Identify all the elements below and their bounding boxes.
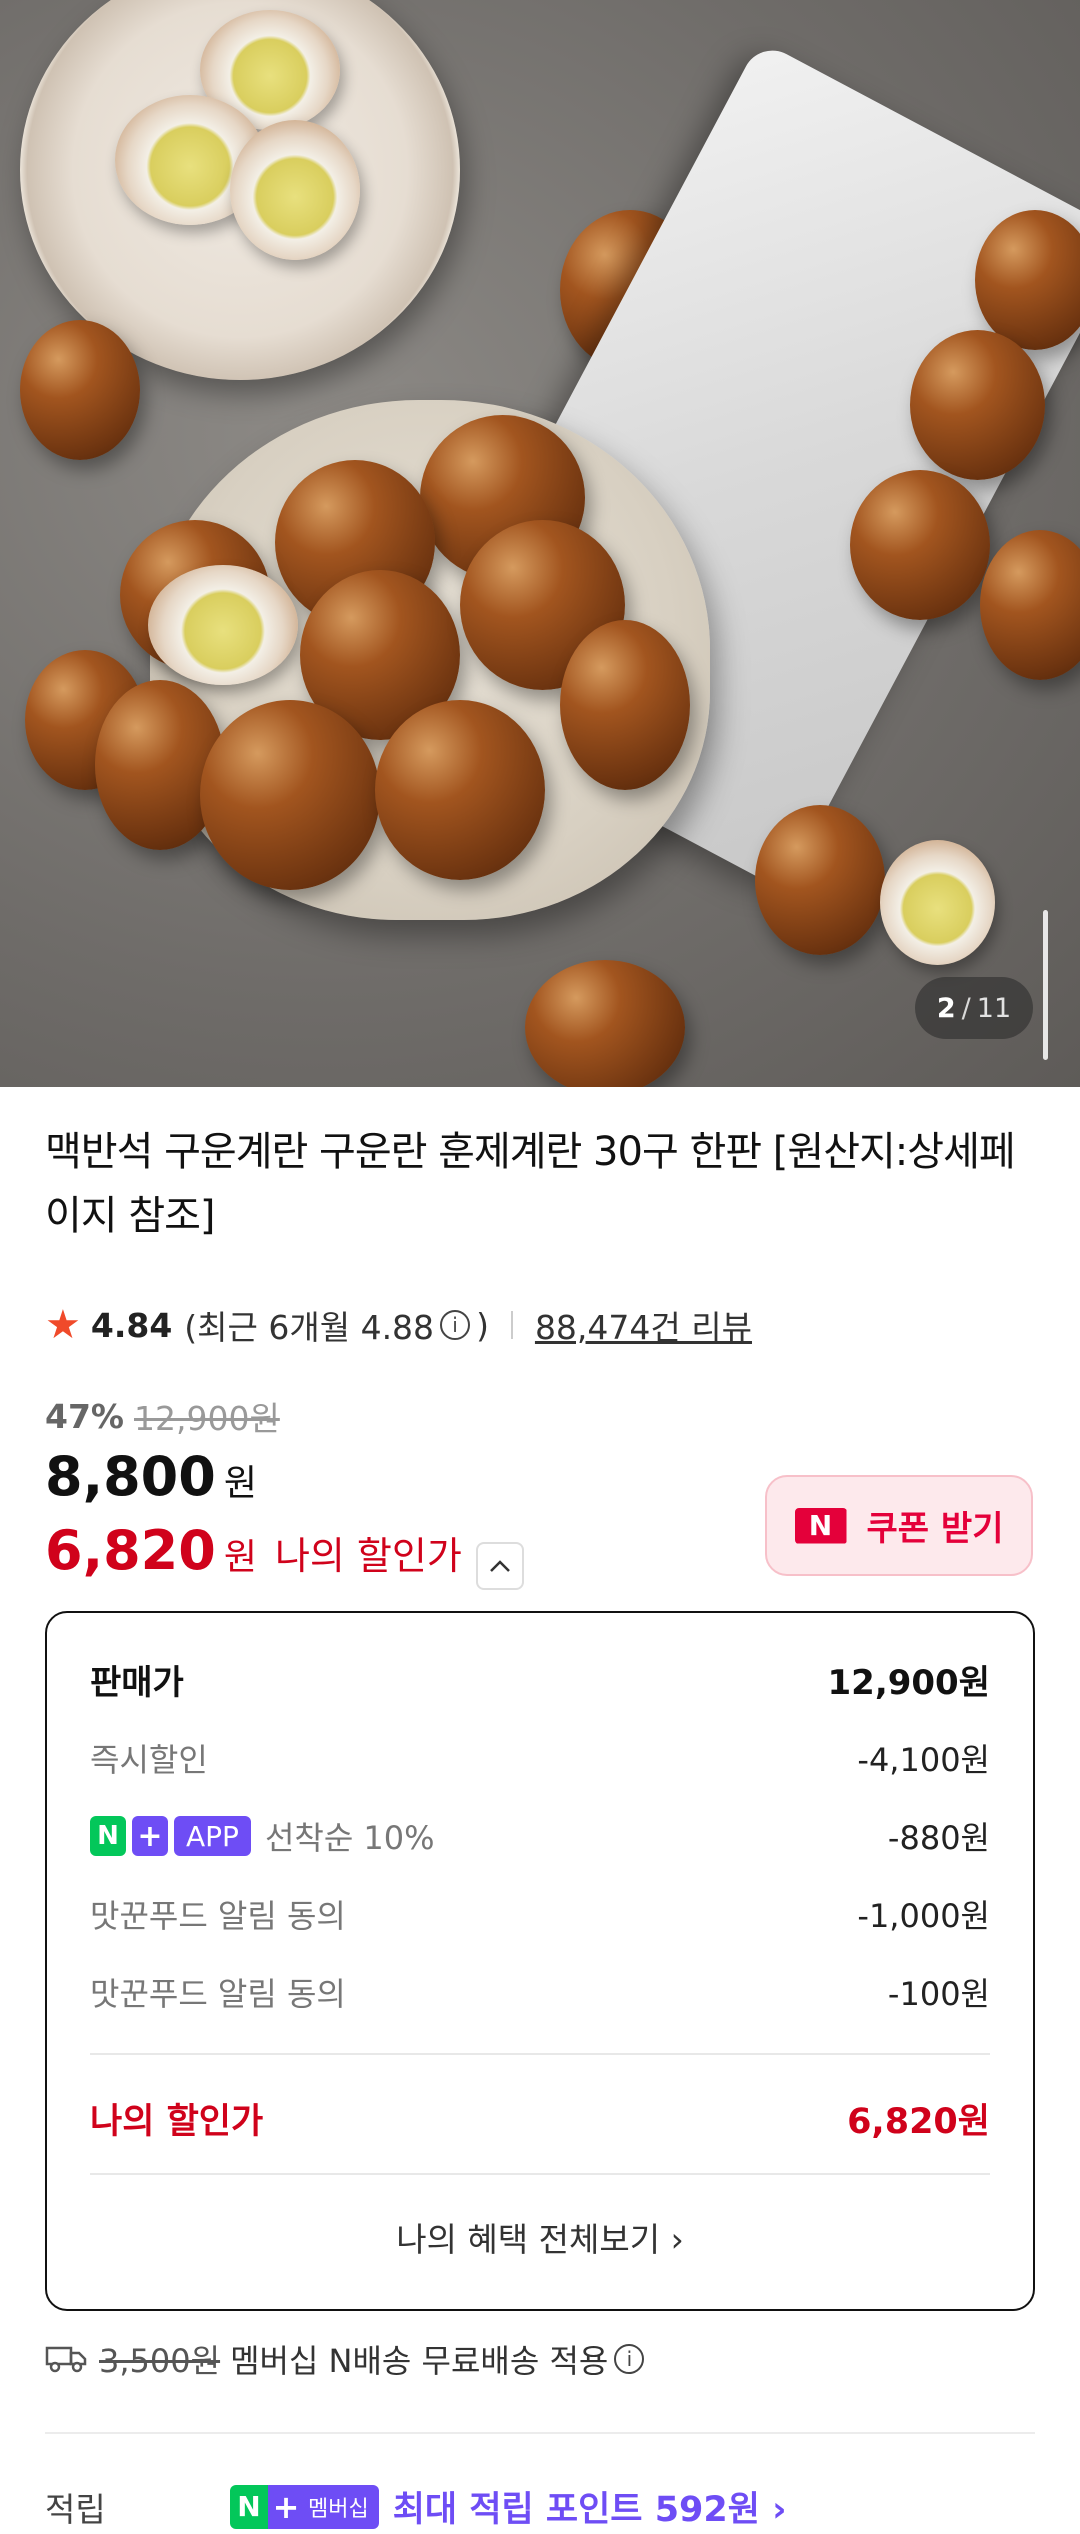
- shipping-row: 3,500원 멤버십 N배송 무료배송 적용 i: [45, 2336, 650, 2382]
- gallery-scroll-indicator: [1043, 910, 1048, 1060]
- breakdown-total-label: 나의 할인가: [90, 2102, 264, 2142]
- my-price-value: 6,820: [45, 1519, 216, 1582]
- product-title: 맥반석 구운계란 구운란 훈제계란 30구 한판 [원산지:상세페이지 참조]: [45, 1129, 1016, 1239]
- product-image-gallery[interactable]: 2 / 11: [0, 0, 1080, 1087]
- breakdown-sale-price-row: 판매가 12,900원: [90, 1655, 990, 1704]
- shipping-original-fee: 3,500원: [99, 2342, 221, 2380]
- points-label: 적립: [45, 2489, 106, 2529]
- breakdown-row: 맛꾼푸드 알림 동의 -100원: [90, 1969, 990, 2015]
- points-row[interactable]: 적립 N + 멤버십 최대 적립 포인트 592원 ›: [45, 2481, 787, 2532]
- egg-image: [910, 330, 1045, 480]
- naver-n-icon: N: [794, 1507, 847, 1544]
- gallery-page-counter: 2 / 11: [915, 977, 1033, 1039]
- breakdown-row-value: -100원: [887, 1975, 990, 2013]
- divider: [90, 2173, 990, 2175]
- breakdown-row-label: 맛꾼푸드 알림 동의: [90, 1897, 346, 1935]
- original-price: 12,900원: [134, 1399, 280, 1438]
- egg-half-image: [880, 840, 995, 965]
- rating-row: ★ 4.84 (최근 6개월 4.88 i ) 88,474건 리뷰: [45, 1303, 752, 1347]
- breakdown-sale-price-value: 12,900원: [827, 1663, 990, 1703]
- plus-badge: +: [268, 2484, 304, 2529]
- view-all-benefits-link[interactable]: 나의 혜택 전체보기 ›: [47, 2213, 1033, 2261]
- egg-half-image: [230, 120, 360, 260]
- egg-image: [200, 700, 380, 890]
- egg-image: [525, 960, 685, 1087]
- divider: [510, 1311, 513, 1339]
- breakdown-sale-price-label: 판매가: [90, 1663, 184, 1703]
- breakdown-row-label: 맛꾼푸드 알림 동의: [90, 1975, 346, 2013]
- breakdown-row-label-group: N + APP 선착순 10%: [90, 1813, 435, 1859]
- egg-image: [755, 805, 885, 955]
- recent-rating-close: ): [476, 1305, 489, 1345]
- info-icon[interactable]: i: [440, 1310, 471, 1340]
- rating-value: 4.84: [90, 1305, 173, 1345]
- sale-price-unit: 원: [223, 1463, 257, 1504]
- shipping-text: 멤버십 N배송 무료배송 적용: [230, 2342, 609, 2380]
- breakdown-row: 즉시할인 -4,100원: [90, 1735, 990, 1781]
- divider: [90, 2053, 990, 2055]
- recent-rating-text: (최근 6개월 4.88: [184, 1308, 435, 1347]
- sale-price-value: 8,800: [45, 1445, 216, 1508]
- breakdown-row-label: 선착순 10%: [264, 1819, 435, 1857]
- egg-image: [20, 320, 140, 460]
- my-price-unit: 원: [223, 1537, 257, 1578]
- membership-badge-text: 멤버십: [304, 2484, 379, 2529]
- discount-row: 47% 12,900원: [45, 1392, 280, 1440]
- breakdown-total-value: 6,820원: [847, 2102, 990, 2142]
- breakdown-row-value: -1,000원: [857, 1897, 990, 1935]
- review-count-link[interactable]: 88,474건 리뷰: [535, 1301, 752, 1349]
- discount-breakdown-panel: 판매가 12,900원 즉시할인 -4,100원 N + APP 선착순 10%…: [45, 1611, 1035, 2311]
- egg-image: [560, 620, 690, 790]
- divider: [45, 2432, 1035, 2434]
- my-discount-price[interactable]: 6,820 원 나의 할인가: [45, 1519, 524, 1590]
- my-price-label: 나의 할인가: [274, 1534, 462, 1578]
- egg-half-image: [148, 565, 298, 685]
- coupon-label: 쿠폰 받기: [866, 1509, 1004, 1549]
- egg-image: [980, 530, 1080, 680]
- discount-percent: 47%: [45, 1396, 124, 1436]
- breakdown-total-row: 나의 할인가 6,820원: [90, 2093, 990, 2144]
- max-points-link[interactable]: 최대 적립 포인트 592원 ›: [393, 2481, 787, 2532]
- egg-image: [375, 700, 545, 880]
- star-icon: ★: [45, 1302, 81, 1348]
- truck-icon: [45, 2346, 87, 2373]
- breakdown-row: 맛꾼푸드 알림 동의 -1,000원: [90, 1891, 990, 1937]
- chevron-up-icon[interactable]: [475, 1542, 524, 1590]
- gallery-page-separator: /: [961, 992, 971, 1024]
- breakdown-row: N + APP 선착순 10% -880원: [90, 1813, 990, 1859]
- naver-n-badge: N: [230, 2484, 268, 2529]
- egg-image: [850, 470, 990, 620]
- plus-badge: +: [132, 1816, 168, 1856]
- naver-n-badge: N: [90, 1816, 126, 1856]
- info-icon[interactable]: i: [614, 2344, 645, 2374]
- gallery-total-pages: 11: [976, 992, 1012, 1024]
- breakdown-row-label: 즉시할인: [90, 1741, 208, 1779]
- membership-badge: N + 멤버십: [230, 2484, 379, 2529]
- recent-rating: (최근 6개월 4.88 i ): [184, 1301, 489, 1349]
- coupon-button[interactable]: N 쿠폰 받기: [765, 1475, 1033, 1576]
- app-badge: APP: [174, 1816, 251, 1856]
- breakdown-row-value: -880원: [887, 1819, 990, 1857]
- breakdown-row-value: -4,100원: [857, 1741, 990, 1779]
- gallery-current-page: 2: [936, 992, 956, 1024]
- sale-price: 8,800 원: [45, 1445, 257, 1508]
